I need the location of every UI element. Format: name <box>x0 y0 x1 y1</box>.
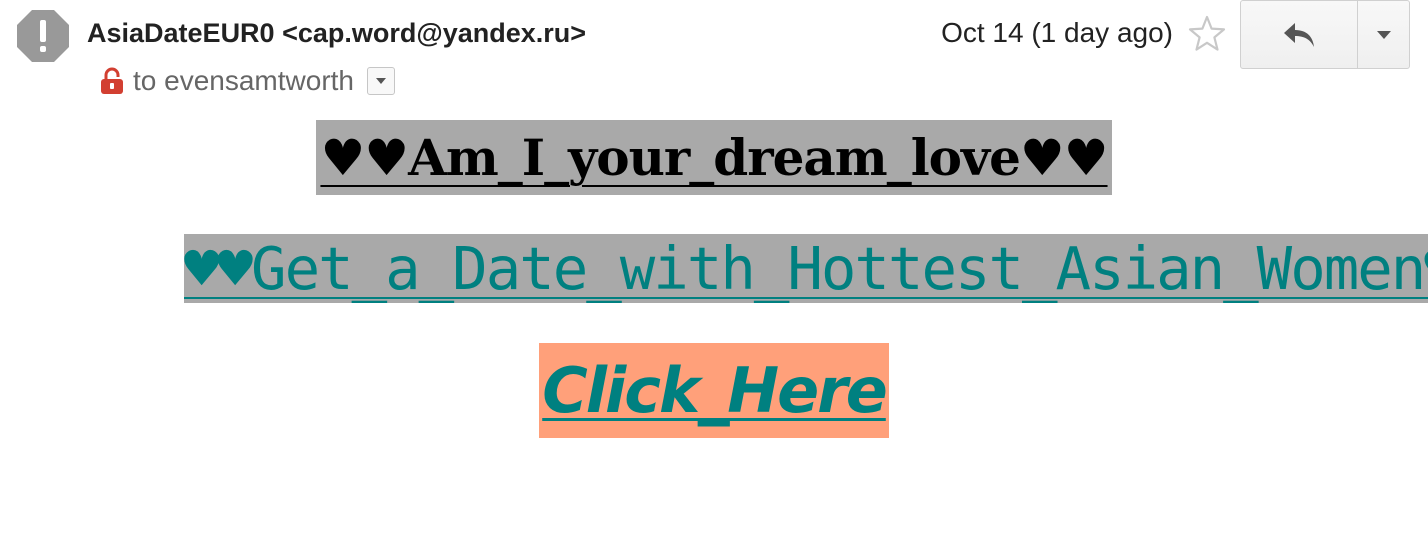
offer-link[interactable]: ♥♥Get_a_Date_with_Hottest_Asian_Women♥♥ <box>184 234 1428 303</box>
lock-open-icon <box>101 67 123 94</box>
caret-down-icon <box>1376 30 1391 39</box>
caret-down-icon <box>376 78 386 84</box>
star-outline-icon[interactable] <box>1187 14 1227 54</box>
warning-octagon-icon <box>17 10 69 62</box>
reply-button[interactable] <box>1241 1 1358 68</box>
message-date: Oct 14 (1 day ago) <box>941 17 1173 48</box>
click-here-button[interactable]: Click_Here <box>539 343 889 438</box>
message-body: ♥♥Am_I_your_dream_love♥♥ ♥♥Get_a_Date_wi… <box>0 120 1428 438</box>
recipient-label: to evensamtworth <box>133 65 354 96</box>
reply-action-group <box>1240 0 1410 69</box>
reply-arrow-icon <box>1284 22 1314 47</box>
email-view: AsiaDateEUR0 <cap.word@yandex.ru> to eve… <box>0 0 1428 547</box>
more-actions-button[interactable] <box>1358 1 1409 68</box>
recipient-row: to evensamtworth <box>100 63 395 99</box>
sender-name[interactable]: AsiaDateEUR0 <cap.word@yandex.ru> <box>87 15 586 51</box>
sender-avatar <box>15 8 71 64</box>
offer-container: ♥♥Get_a_Date_with_Hottest_Asian_Women♥♥ <box>184 231 1428 307</box>
show-details-button[interactable] <box>367 67 395 95</box>
headline-link[interactable]: ♥♥Am_I_your_dream_love♥♥ <box>316 120 1112 195</box>
